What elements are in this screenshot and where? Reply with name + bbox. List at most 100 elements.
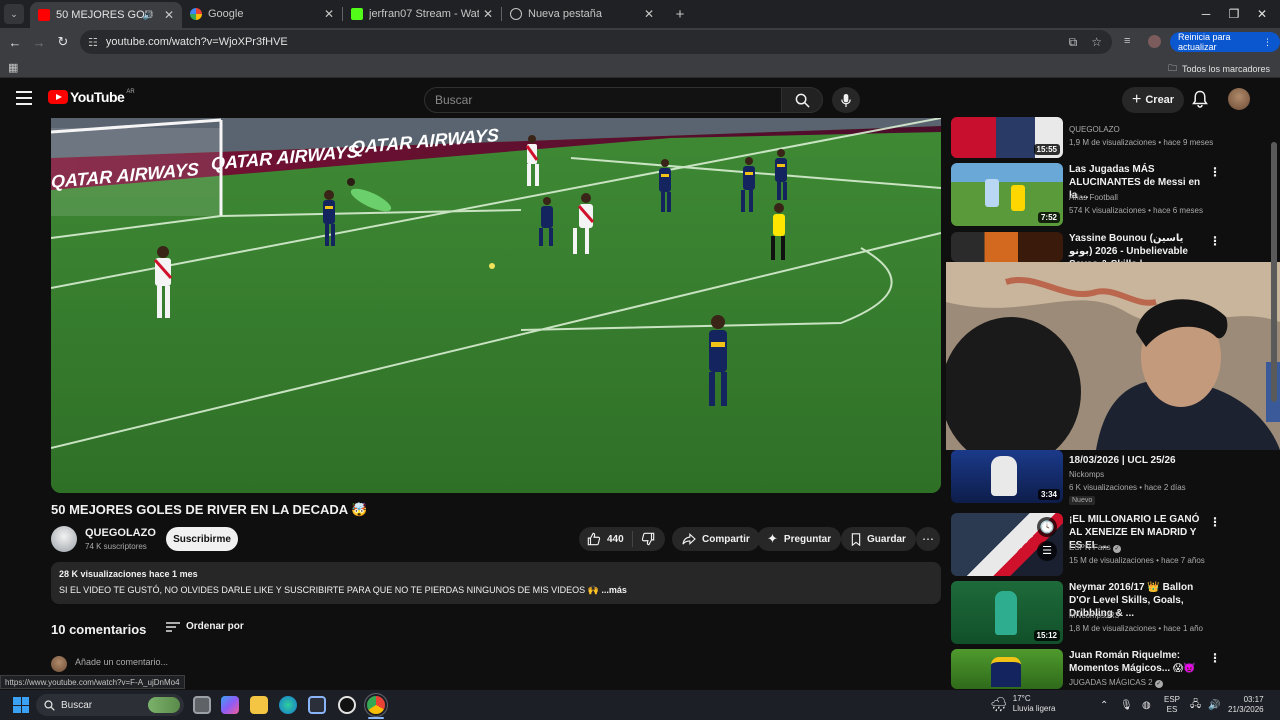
- rec-meta: 1,8 M de visualizaciones • hace 1 año: [1069, 624, 1203, 633]
- description-meta: 28 K visualizaciones hace 1 mes: [59, 569, 198, 579]
- sort-comments-button[interactable]: Ordenar por: [166, 621, 244, 632]
- youtube-logo[interactable]: YouTube AR: [48, 89, 135, 105]
- menu-icon[interactable]: [16, 91, 32, 105]
- bookmark-star-icon[interactable]: ☆: [1091, 35, 1102, 50]
- clock-date: 21/3/2026: [1228, 705, 1264, 714]
- task-view-icon[interactable]: [193, 696, 211, 714]
- webcam-overlay: [946, 262, 1280, 450]
- tab-new[interactable]: Nueva pestaña ✕: [502, 0, 662, 28]
- recommendation-item[interactable]: Juan Román Riquelme: Momentos Mágicos...…: [951, 649, 1271, 689]
- video-thumbnail: [951, 649, 1063, 689]
- channel-avatar[interactable]: [51, 526, 77, 552]
- url-field[interactable]: ☷ youtube.com/watch?v=WjoXPr3fHVE ⧉ ☆: [80, 30, 1112, 54]
- close-tab-icon[interactable]: ✕: [164, 8, 174, 22]
- forward-icon[interactable]: →: [27, 35, 51, 50]
- clock[interactable]: 03:17 21/3/2026: [1228, 690, 1264, 720]
- create-button[interactable]: + Crear: [1122, 87, 1185, 113]
- region-code: AR: [126, 89, 135, 95]
- youtube-header: YouTube AR Buscar + Crear: [0, 80, 1280, 118]
- more-actions-icon[interactable]: ⋯: [916, 527, 940, 551]
- network-icon[interactable]: 🖧: [1190, 690, 1201, 720]
- video-title: 50 MEJORES GOLES DE RIVER EN LA DECADA 🤯: [51, 502, 368, 517]
- notifications-bell-icon[interactable]: [1192, 90, 1208, 108]
- url-text: youtube.com/watch?v=WjoXPr3fHVE: [105, 36, 288, 48]
- video-player[interactable]: QATAR AIRWAYS QATAR AIRWAYS QATAR AIRWAY…: [51, 118, 941, 493]
- show-more-link[interactable]: ...más: [601, 585, 627, 595]
- recommendation-item[interactable]: 3:34 18/03/2026 | UCL 25/26 Nickomps 6 K…: [951, 450, 1271, 505]
- language-indicator[interactable]: ESP ES: [1164, 690, 1180, 720]
- recommendation-item[interactable]: Yassine Bounou (ياسين بونو) 2026 - Unbel…: [951, 232, 1271, 270]
- rec-menu-icon[interactable]: ⋮: [1209, 515, 1221, 529]
- recommendation-item[interactable]: 15:55 QUEGOLAZO 1,9 M de visualizaciones…: [951, 117, 1271, 158]
- rec-channel: Nickomps: [1069, 470, 1105, 479]
- search-input[interactable]: Buscar: [424, 87, 782, 113]
- new-tab-icon[interactable]: +: [670, 6, 690, 23]
- tab-youtube[interactable]: 50 MEJORES GOLES DE RIVER 🔊 ✕: [30, 2, 182, 28]
- rec-menu-icon[interactable]: ⋮: [1209, 234, 1221, 248]
- account-avatar[interactable]: [1228, 88, 1250, 110]
- globe-icon: [510, 8, 522, 20]
- recommendation-item[interactable]: 15:12 Neymar 2016/17 👑 Ballon D'Or Level…: [951, 581, 1271, 644]
- description-box[interactable]: 28 K visualizaciones hace 1 mes SI EL VI…: [51, 562, 941, 604]
- all-bookmarks-label: Todos los marcadores: [1181, 64, 1270, 74]
- rec-channel: ESPN Fans ✓: [1069, 543, 1122, 553]
- add-comment-input[interactable]: Añade un comentario...: [75, 657, 168, 667]
- channel-name[interactable]: QUEGOLAZO: [85, 527, 156, 539]
- update-button[interactable]: Reinicia para actualizar ⋮: [1170, 32, 1280, 52]
- site-info-icon[interactable]: ☷: [88, 36, 98, 49]
- obs-icon[interactable]: [338, 696, 356, 714]
- tray-app-icon[interactable]: ◍: [1142, 690, 1151, 720]
- install-icon[interactable]: ⧉: [1069, 35, 1078, 50]
- copilot-icon[interactable]: [221, 696, 239, 714]
- close-tab-icon[interactable]: ✕: [483, 7, 493, 21]
- recommendation-item[interactable]: 7:52 Las Jugadas MÁS ALUCINANTES de Mess…: [951, 163, 1271, 226]
- speaker-icon[interactable]: 🔊: [143, 10, 154, 21]
- link-status-bubble: https://www.youtube.com/watch?v=F-A_ujDn…: [0, 675, 185, 689]
- profile-avatar[interactable]: [1148, 35, 1161, 48]
- reload-icon[interactable]: ↻: [51, 34, 75, 50]
- all-bookmarks[interactable]: 🗀 Todos los marcadores: [1168, 61, 1270, 77]
- rec-menu-icon[interactable]: ⋮: [1209, 651, 1221, 665]
- windows-start-icon[interactable]: [13, 697, 29, 713]
- apps-grid-icon[interactable]: ▦: [8, 61, 18, 74]
- address-bar: ← → ↻ ☷ youtube.com/watch?v=WjoXPr3fHVE …: [0, 28, 1280, 56]
- recommendation-item[interactable]: 🕓 ☰ ¡EL MILLONARIO LE GANÓ AL XENEIZE EN…: [951, 513, 1271, 576]
- file-explorer-icon[interactable]: [250, 696, 268, 714]
- page-scrollbar[interactable]: [1271, 142, 1277, 402]
- tab-search-icon[interactable]: ⌄: [4, 4, 24, 24]
- voice-search-button[interactable]: [832, 87, 860, 113]
- kebab-menu-icon: ⋮: [1263, 36, 1272, 47]
- search-button[interactable]: [781, 87, 823, 113]
- weather-widget[interactable]: 🌧 17°C Lluvia ligera: [990, 694, 1055, 714]
- ask-button[interactable]: ✦ Preguntar: [757, 527, 842, 551]
- add-to-queue-icon[interactable]: ☰: [1037, 541, 1057, 561]
- tab-kick[interactable]: jerfran07 Stream - Watch Live o ✕: [343, 0, 501, 28]
- lang-bottom: ES: [1166, 705, 1178, 714]
- edge-icon[interactable]: [279, 696, 297, 714]
- back-icon[interactable]: ←: [3, 35, 27, 50]
- tab-google[interactable]: Google ✕: [182, 0, 342, 28]
- save-button[interactable]: Guardar: [841, 527, 916, 551]
- video-frame: QATAR AIRWAYS QATAR AIRWAYS QATAR AIRWAY…: [51, 118, 941, 493]
- video-thumbnail: [951, 232, 1063, 262]
- share-button[interactable]: Compartir: [672, 527, 760, 551]
- tray-overflow-icon[interactable]: ⌃: [1100, 690, 1108, 720]
- rec-meta: 15 M de visualizaciones • hace 7 años: [1069, 556, 1205, 565]
- close-tab-icon[interactable]: ✕: [644, 7, 654, 21]
- sort-label: Ordenar por: [186, 621, 244, 632]
- microphone-icon[interactable]: 🎙: [1120, 690, 1133, 720]
- subscribe-button[interactable]: Suscribirme: [166, 527, 238, 551]
- watch-later-icon[interactable]: 🕓: [1037, 517, 1057, 537]
- volume-icon[interactable]: 🔊: [1208, 690, 1220, 720]
- store-icon[interactable]: [308, 696, 326, 714]
- like-button[interactable]: 440: [579, 531, 633, 547]
- close-tab-icon[interactable]: ✕: [324, 7, 334, 21]
- chrome-icon[interactable]: [367, 696, 385, 714]
- rec-menu-icon[interactable]: ⋮: [1209, 165, 1221, 179]
- close-window-icon[interactable]: ✕: [1242, 0, 1280, 28]
- reading-list-icon[interactable]: ≡: [1124, 35, 1130, 47]
- create-label: Crear: [1145, 94, 1175, 106]
- tab-title: Nueva pestaña: [528, 8, 602, 20]
- dislike-button[interactable]: [633, 532, 655, 546]
- taskbar-search[interactable]: Buscar: [36, 694, 184, 716]
